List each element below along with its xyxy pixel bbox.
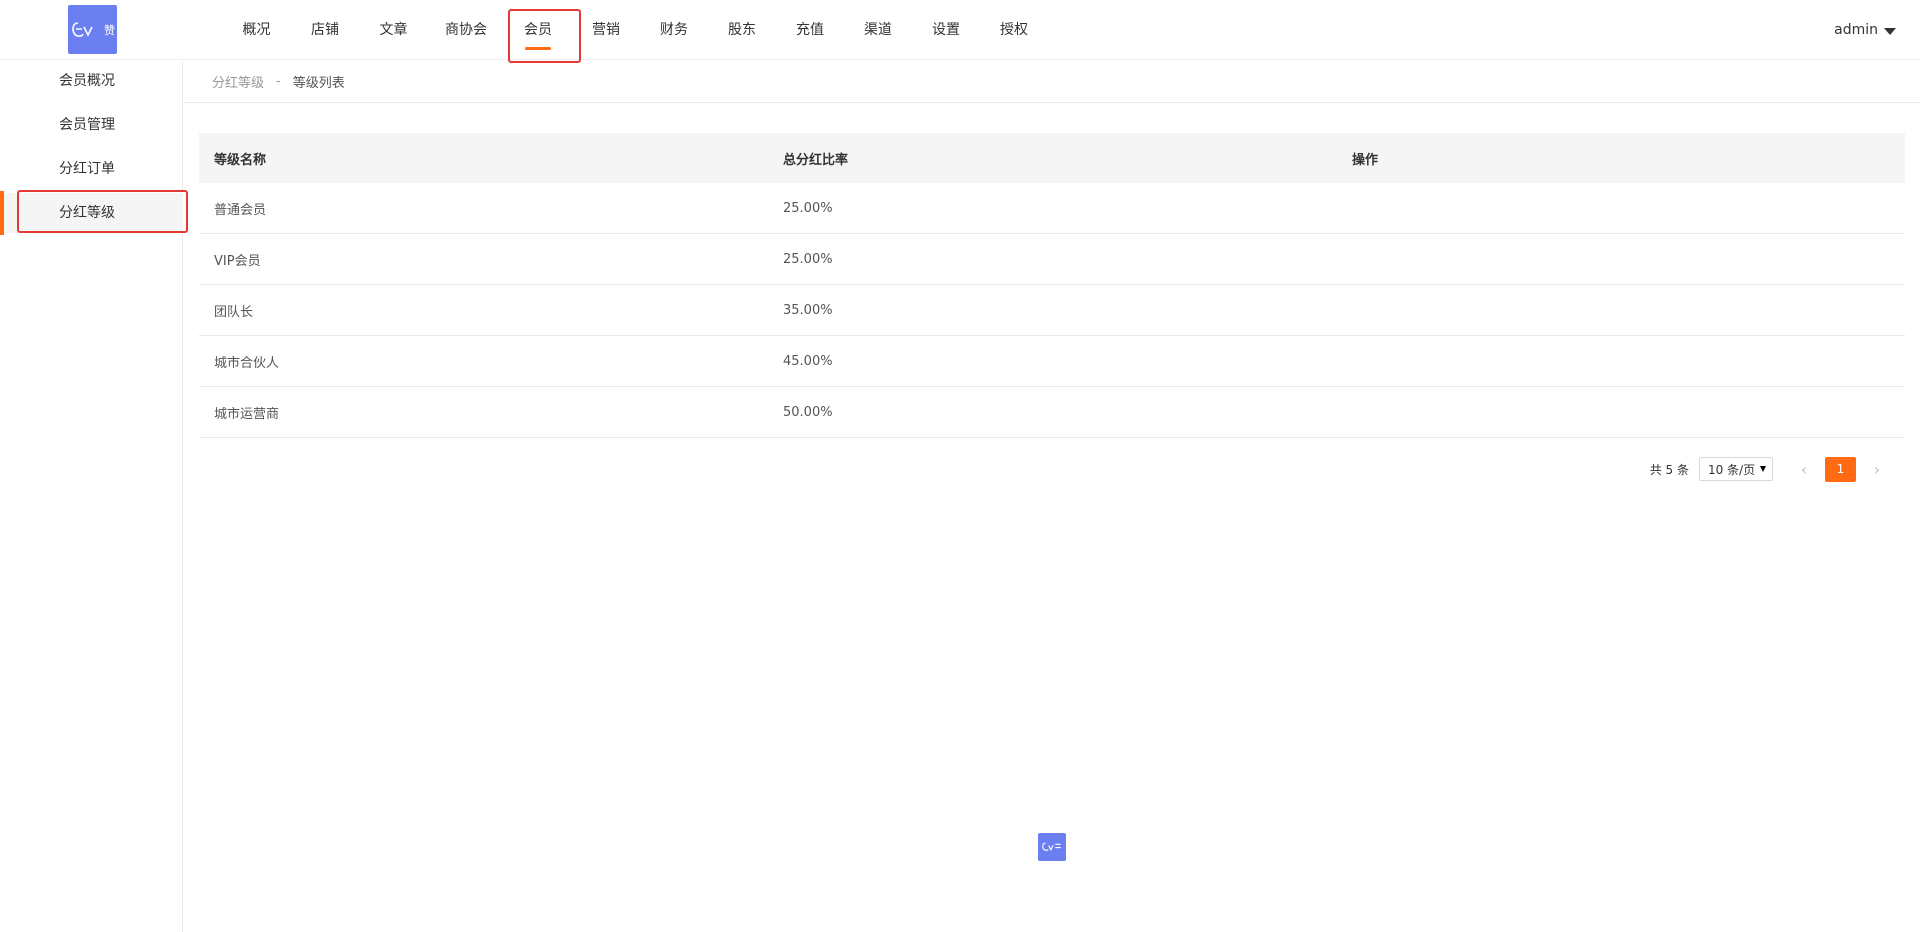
pagination-total: 共 5 条	[1649, 462, 1689, 477]
page-size-value: 10 条/页	[1708, 462, 1756, 477]
header-operations: 操作	[1352, 152, 1379, 168]
cell-level-name: 城市运营商	[214, 406, 280, 422]
sidebar-active-indicator	[0, 191, 4, 235]
sidebar-item-dividend-orders[interactable]: 分红订单	[0, 149, 183, 189]
page-number-current[interactable]: 1	[1825, 456, 1856, 482]
breadcrumb: 分红等级 - 等级列表	[184, 61, 1920, 103]
nav-item-settings[interactable]: 设置	[912, 0, 980, 60]
cell-level-name: VIP会员	[214, 253, 261, 269]
sidebar-item-member-management[interactable]: 会员管理	[0, 105, 183, 145]
username: admin	[1834, 22, 1878, 38]
cell-dividend-rate: 25.00%	[783, 200, 833, 216]
table-row: 普通会员 25.00%	[199, 183, 1905, 234]
logo-text: 赞	[104, 23, 115, 37]
nav-item-store[interactable]: 店铺	[291, 0, 359, 60]
chevron-left-icon[interactable]: ‹	[1791, 456, 1817, 482]
cell-level-name: 普通会员	[214, 202, 267, 218]
pagination: 共 5 条 10 条/页 ‹ 1 ›	[1650, 456, 1890, 482]
nav-item-chamber[interactable]: 商协会	[428, 0, 504, 60]
nav-item-shareholders[interactable]: 股东	[708, 0, 776, 60]
footer-logo	[1038, 833, 1066, 861]
table-row: VIP会员 25.00%	[199, 234, 1905, 285]
header-level-name: 等级名称	[214, 152, 267, 168]
table-row: 城市运营商 50.00%	[199, 387, 1905, 438]
table-row: 团队长 35.00%	[199, 285, 1905, 336]
cell-dividend-rate: 50.00%	[783, 404, 833, 420]
highlight-box-nav	[508, 9, 581, 63]
breadcrumb-parent[interactable]: 分红等级	[212, 72, 264, 91]
header-dividend-rate: 总分红比率	[783, 152, 849, 168]
nav-item-articles[interactable]: 文章	[359, 0, 428, 60]
logo-mark-icon	[1042, 842, 1061, 851]
select-caret-icon	[1760, 466, 1766, 472]
level-table: 等级名称 总分红比率 操作 普通会员 25.00% VIP会员 25.00% 团…	[199, 133, 1905, 438]
page-size-select[interactable]: 10 条/页	[1699, 457, 1773, 481]
user-menu[interactable]: admin	[1834, 0, 1896, 60]
table-header: 等级名称 总分红比率 操作	[199, 133, 1905, 183]
cell-dividend-rate: 35.00%	[783, 302, 833, 318]
nav-item-finance[interactable]: 财务	[640, 0, 708, 60]
sidebar-item-member-overview[interactable]: 会员概况	[0, 61, 183, 101]
breadcrumb-separator: -	[276, 74, 281, 89]
breadcrumb-current: 等级列表	[292, 76, 345, 91]
nav-item-overview[interactable]: 概况	[222, 0, 291, 60]
top-header: 赞 概况 店铺 文章 商协会 会员 营销 财务 股东 充值 渠道 设置 授权 a…	[0, 0, 1920, 63]
nav-item-marketing[interactable]: 营销	[572, 0, 640, 60]
top-navigation: 概况 店铺 文章 商协会 会员 营销 财务 股东 充值 渠道 设置 授权	[222, 0, 1048, 60]
table-row: 城市合伙人 45.00%	[199, 336, 1905, 387]
nav-item-recharge[interactable]: 充值	[776, 0, 844, 60]
cell-dividend-rate: 25.00%	[783, 251, 833, 267]
nav-item-authorization[interactable]: 授权	[980, 0, 1048, 60]
brand-logo[interactable]: 赞	[68, 5, 117, 54]
cell-dividend-rate: 45.00%	[783, 353, 833, 369]
nav-item-channels[interactable]: 渠道	[844, 0, 912, 60]
cell-level-name: 团队长	[214, 304, 254, 320]
chevron-right-icon[interactable]: ›	[1864, 456, 1890, 482]
highlight-box-sidebar	[17, 190, 188, 233]
caret-down-icon	[1884, 27, 1896, 35]
cell-level-name: 城市合伙人	[214, 355, 280, 371]
